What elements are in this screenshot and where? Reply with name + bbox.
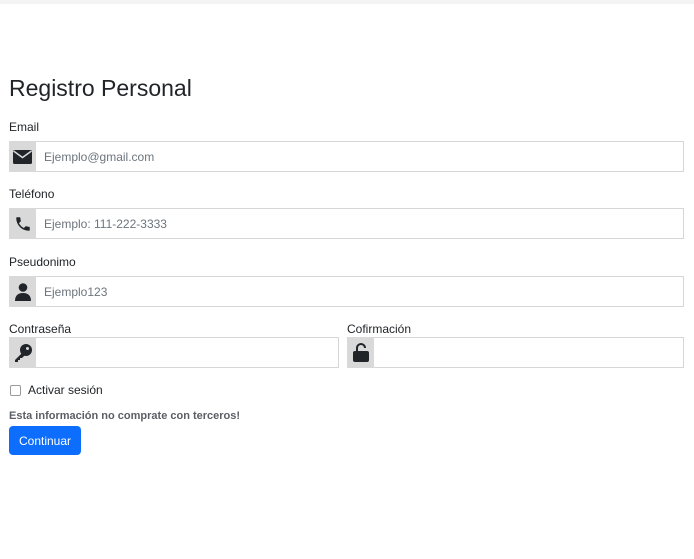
password-label: Contraseña	[9, 322, 72, 336]
nickname-input[interactable]	[36, 276, 684, 307]
confirmation-label: Cofirmación	[347, 322, 412, 336]
password-input[interactable]	[36, 337, 339, 368]
confirmation-input[interactable]	[374, 337, 684, 368]
phone-group	[9, 208, 684, 239]
top-bar	[0, 0, 694, 4]
continue-button[interactable]: Continuar	[9, 426, 81, 455]
privacy-note: Esta información no comprate con tercero…	[9, 410, 241, 422]
unlock-icon	[347, 337, 374, 368]
confirmation-group	[347, 337, 684, 368]
key-icon	[9, 337, 36, 368]
password-group	[9, 337, 339, 368]
remember-label[interactable]: Activar sesión	[28, 383, 103, 397]
email-group	[9, 141, 684, 172]
remember-row: Activar sesión	[9, 382, 103, 398]
envelope-icon	[9, 141, 36, 172]
nickname-group	[9, 276, 684, 307]
phone-icon	[9, 208, 36, 239]
email-label: Email	[9, 120, 40, 134]
page-title: Registro Personal	[9, 75, 192, 101]
nickname-label: Pseudonimo	[9, 255, 76, 269]
email-input[interactable]	[36, 141, 684, 172]
user-icon	[9, 276, 36, 307]
phone-label: Teléfono	[9, 187, 55, 201]
phone-input[interactable]	[36, 208, 684, 239]
remember-checkbox[interactable]	[10, 384, 21, 396]
